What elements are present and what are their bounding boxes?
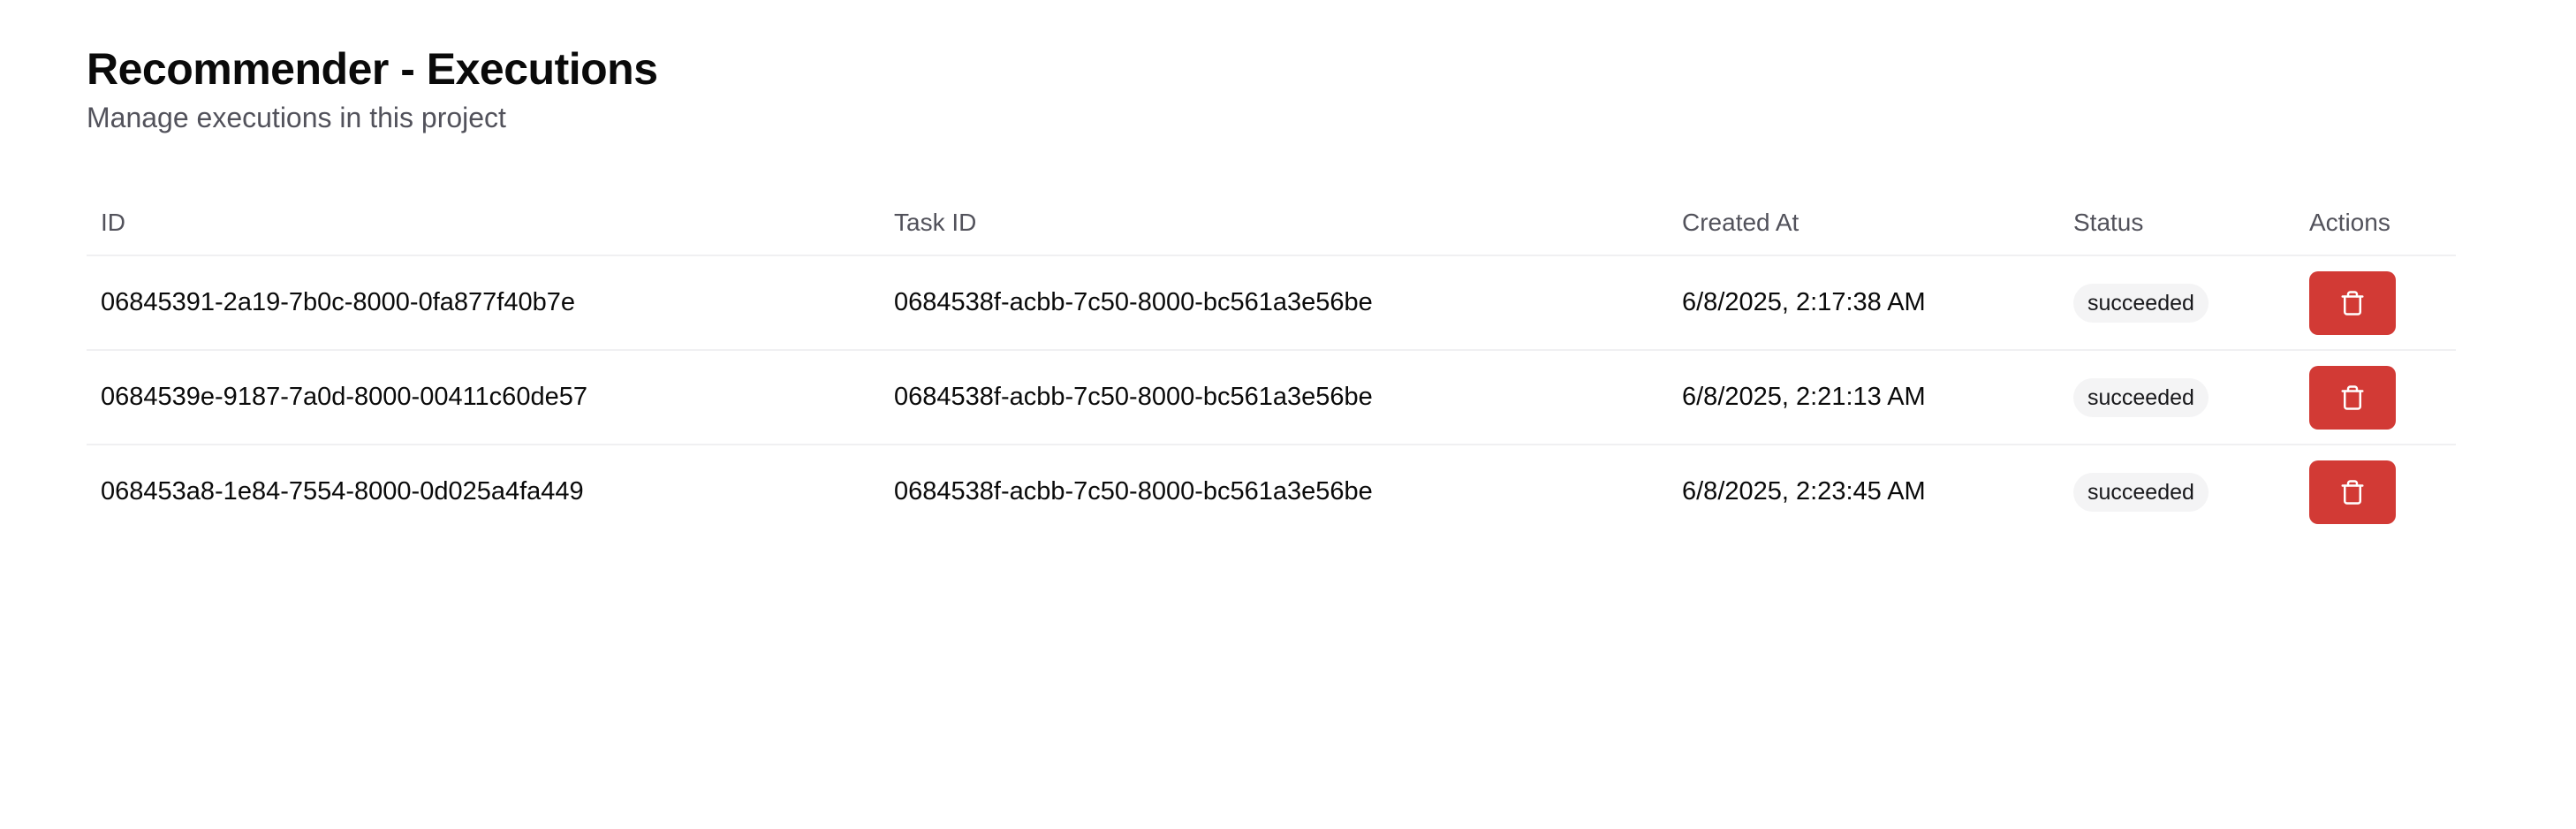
page-subtitle: Manage executions in this project [87,102,506,133]
executions-table-container: ID Task ID Created At Status Actions 068… [87,191,2456,538]
cell-id: 068453a8-1e84-7554-8000-0d025a4fa449 [101,477,584,506]
cell-actions [2295,350,2456,445]
delete-button[interactable] [2309,460,2396,524]
cell-id: 06845391-2a19-7b0c-8000-0fa877f40b7e [87,255,880,351]
status-badge: succeeded [2073,377,2209,417]
cell-status: succeeded [2059,255,2295,351]
page-title: Recommender - Executions [87,44,658,94]
cell-task-id: 0684538f-acbb-7c50-8000-bc561a3e56be [880,350,1668,445]
column-header-status: Status [2059,191,2295,256]
cell-task-id: 0684538f-acbb-7c50-8000-bc561a3e56be [894,477,1373,506]
trash-icon [2341,384,2364,410]
table-header-row: ID Task ID Created At Status Actions [87,191,2456,256]
status-badge: succeeded [2073,283,2209,323]
cell-status: succeeded [2059,445,2295,538]
executions-page: Recommender - Executions Manage executio… [0,0,2576,829]
cell-actions [2295,255,2456,351]
table-row: 068453a8-1e84-7554-8000-0d025a4fa449 068… [87,445,2456,538]
cell-id: 0684539e-9187-7a0d-8000-00411c60de57 [87,350,880,445]
column-header-id: ID [87,191,880,256]
table-row: 0684539e-9187-7a0d-8000-00411c60de57 068… [87,350,2456,445]
trash-icon [2341,479,2364,505]
delete-button[interactable] [2309,270,2396,335]
status-badge: succeeded [2073,472,2209,512]
cell-status: succeeded [2059,350,2295,445]
column-header-task-id: Task ID [880,191,1668,256]
column-header-actions: Actions [2295,191,2456,256]
executions-table: ID Task ID Created At Status Actions 068… [87,191,2456,538]
delete-button[interactable] [2309,365,2396,430]
cell-created-at: 6/8/2025, 2:23:45 AM [1682,477,1926,506]
page-header: Recommender - Executions Manage executio… [87,41,658,136]
cell-task-id: 0684538f-acbb-7c50-8000-bc561a3e56be [880,255,1668,351]
table-row: 06845391-2a19-7b0c-8000-0fa877f40b7e 068… [87,255,2456,351]
cell-actions [2295,445,2456,538]
cell-created-at: 6/8/2025, 2:21:13 AM [1668,350,2059,445]
trash-icon [2341,290,2364,316]
cell-created-at: 6/8/2025, 2:17:38 AM [1668,255,2059,351]
column-header-created-at: Created At [1668,191,2059,256]
